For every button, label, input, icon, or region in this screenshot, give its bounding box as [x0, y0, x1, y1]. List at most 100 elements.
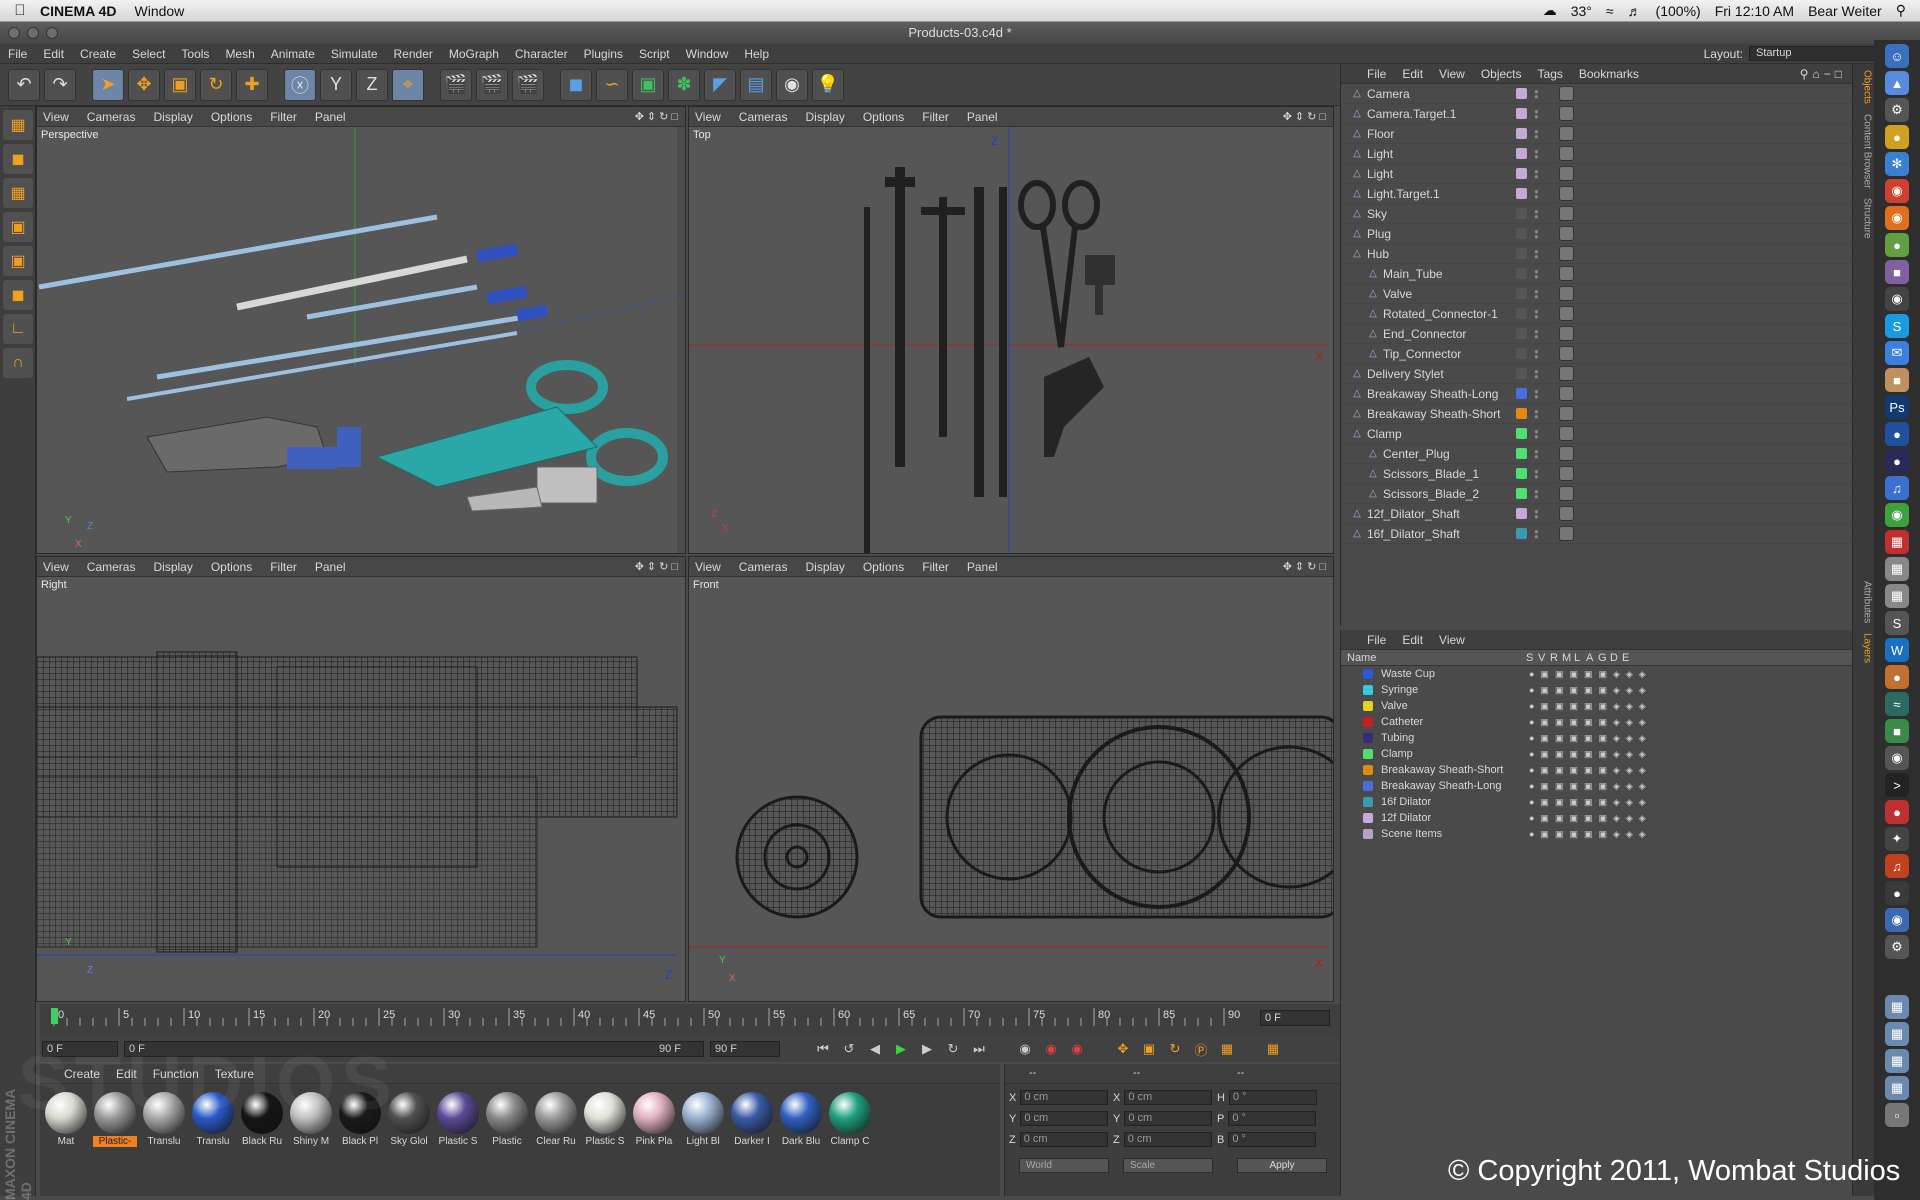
- coord-value-field[interactable]: 0 cm: [1019, 1132, 1108, 1147]
- layer-flag-icons[interactable]: ●▣▣▣▣▣◈◈◈: [1529, 717, 1652, 728]
- material-label[interactable]: Plastic S: [583, 1136, 627, 1147]
- z-axis-lock-button[interactable]: Z: [356, 68, 388, 101]
- axis-mode-button[interactable]: ∟: [3, 314, 33, 344]
- layer-flag-icons[interactable]: ●▣▣▣▣▣◈◈◈: [1529, 797, 1652, 808]
- visibility-dots[interactable]: ● ●: [1534, 367, 1540, 380]
- om-search-home-icons[interactable]: ⚲⌂−□: [1800, 67, 1846, 81]
- playhead[interactable]: [51, 1008, 58, 1024]
- app-icon-gray[interactable]: ◉: [1885, 746, 1909, 770]
- menu-window[interactable]: Window: [678, 47, 737, 61]
- viewport-nav-icons[interactable]: ✥⇕↻□: [1283, 560, 1329, 573]
- material-preview-ball[interactable]: [192, 1092, 234, 1134]
- subdivision-surface-button[interactable]: ▣: [632, 68, 664, 101]
- visibility-dots[interactable]: ● ●: [1534, 387, 1540, 400]
- material-swatch[interactable]: Clear Ru: [534, 1092, 578, 1147]
- material-label[interactable]: Clamp C: [828, 1136, 872, 1147]
- live-selection-button[interactable]: ➤: [92, 68, 124, 101]
- timeline-ruler[interactable]: 0 5 10 15 20 25 30 35 40 45 50 55 60 65 70 75 80 85 90: [50, 1006, 1250, 1026]
- material-tag[interactable]: [1559, 86, 1574, 101]
- coord-value-field[interactable]: 0 cm: [1124, 1090, 1213, 1105]
- tab-structure[interactable]: Structure: [1855, 194, 1873, 243]
- layer-flag-icons[interactable]: ●▣▣▣▣▣◈◈◈: [1529, 733, 1652, 744]
- word-icon[interactable]: W: [1885, 638, 1909, 662]
- terminal-icon[interactable]: >: [1885, 773, 1909, 797]
- light-button[interactable]: 💡: [812, 68, 844, 101]
- material-label[interactable]: Shiny M: [289, 1136, 333, 1147]
- make-editable-button[interactable]: ▦: [3, 110, 33, 140]
- layer-color-swatch[interactable]: [1516, 488, 1527, 499]
- material-label[interactable]: Clear Ru: [534, 1136, 578, 1147]
- layer-swatch[interactable]: [1363, 717, 1373, 727]
- om-menu-bookmarks[interactable]: Bookmarks: [1579, 67, 1639, 81]
- col-name[interactable]: Name: [1347, 652, 1376, 664]
- material-swatch[interactable]: Light Bl: [681, 1092, 725, 1147]
- vp-menu-filter[interactable]: Filter: [922, 110, 949, 124]
- current-frame-field[interactable]: 0 F: [42, 1041, 118, 1057]
- key-pla-icon[interactable]: ▦: [1216, 1039, 1238, 1059]
- layer-color-swatch[interactable]: [1516, 348, 1527, 359]
- app-icon-green[interactable]: ●: [1885, 233, 1909, 257]
- material-swatch[interactable]: Dark Blu: [779, 1092, 823, 1147]
- visibility-dots[interactable]: ● ●: [1534, 187, 1540, 200]
- vp-menu-panel[interactable]: Panel: [315, 110, 346, 124]
- visibility-dots[interactable]: ● ●: [1534, 527, 1540, 540]
- layer-color-swatch[interactable]: [1516, 428, 1527, 439]
- layer-row[interactable]: 16f Dilator ●▣▣▣▣▣◈◈◈: [1341, 794, 1852, 810]
- material-swatch[interactable]: Translu: [191, 1092, 235, 1147]
- system-preferences-icon[interactable]: ⚙: [1885, 98, 1909, 122]
- lm-menu-edit[interactable]: Edit: [1402, 633, 1423, 647]
- visibility-dots[interactable]: ● ●: [1534, 227, 1540, 240]
- layer-name[interactable]: Valve: [1381, 700, 1408, 712]
- col-d[interactable]: D: [1610, 652, 1618, 664]
- object-name[interactable]: △ Valve: [1367, 287, 1412, 301]
- mm-menu-edit[interactable]: Edit: [116, 1067, 137, 1081]
- coord-value-field[interactable]: 0 °: [1228, 1090, 1317, 1105]
- move-tool-button[interactable]: ✥: [128, 68, 160, 101]
- visibility-dots[interactable]: ● ●: [1534, 147, 1540, 160]
- spline-pen-button[interactable]: ∽: [596, 68, 628, 101]
- minimize-window-button[interactable]: [27, 27, 39, 39]
- material-tag[interactable]: [1559, 366, 1574, 381]
- menu-render[interactable]: Render: [386, 47, 441, 61]
- documents-folder-icon[interactable]: ▦: [1885, 1049, 1909, 1073]
- vp-menu-filter[interactable]: Filter: [270, 110, 297, 124]
- render-picture-viewer-button[interactable]: 🎬: [476, 68, 508, 101]
- layer-color-swatch[interactable]: [1516, 248, 1527, 259]
- coord-mode-world[interactable]: World: [1019, 1158, 1109, 1173]
- menu-help[interactable]: Help: [736, 47, 777, 61]
- vp-menu-cameras[interactable]: Cameras: [87, 560, 136, 574]
- snap-button[interactable]: ∩: [3, 348, 33, 378]
- material-tag[interactable]: [1559, 386, 1574, 401]
- object-name[interactable]: △ End_Connector: [1367, 327, 1466, 341]
- vp-menu-filter[interactable]: Filter: [922, 560, 949, 574]
- cinema4d-dock-icon[interactable]: ●: [1885, 881, 1909, 905]
- cube-primitive-button[interactable]: ◼: [560, 68, 592, 101]
- visibility-dots[interactable]: ● ●: [1534, 347, 1540, 360]
- bend-deformer-button[interactable]: ◤: [704, 68, 736, 101]
- mm-menu-function[interactable]: Function: [153, 1067, 199, 1081]
- object-name[interactable]: △ Light.Target.1: [1351, 187, 1440, 201]
- layer-swatch[interactable]: [1363, 829, 1373, 839]
- layer-flag-icons[interactable]: ●▣▣▣▣▣◈◈◈: [1529, 685, 1652, 696]
- vp-menu-view[interactable]: View: [43, 110, 69, 124]
- vp-menu-view[interactable]: View: [695, 110, 721, 124]
- volume-icon[interactable]: ♬: [1628, 3, 1642, 19]
- material-label[interactable]: Plastic S: [436, 1136, 480, 1147]
- goto-start-icon[interactable]: ⏮: [812, 1039, 834, 1059]
- material-swatch[interactable]: Plastic S: [583, 1092, 627, 1147]
- col-a[interactable]: A: [1586, 652, 1593, 664]
- object-name[interactable]: △ Camera: [1351, 87, 1410, 101]
- app-icon-s[interactable]: S: [1885, 611, 1909, 635]
- om-menu-file[interactable]: File: [1367, 67, 1386, 81]
- app-icon-purple[interactable]: ■: [1885, 260, 1909, 284]
- layer-row[interactable]: Breakaway Sheath-Long ●▣▣▣▣▣◈◈◈: [1341, 778, 1852, 794]
- viewport-right[interactable]: View Cameras Display Options Filter Pane…: [36, 556, 686, 1002]
- user-name[interactable]: Bear Weiter: [1808, 3, 1882, 19]
- layer-flag-icons[interactable]: ●▣▣▣▣▣◈◈◈: [1529, 749, 1652, 760]
- layer-color-swatch[interactable]: [1516, 408, 1527, 419]
- vp-menu-options[interactable]: Options: [863, 110, 904, 124]
- material-tag[interactable]: [1559, 506, 1574, 521]
- visibility-dots[interactable]: ● ●: [1534, 207, 1540, 220]
- launchpad-icon[interactable]: ▲: [1885, 71, 1909, 95]
- material-preview-ball[interactable]: [633, 1092, 675, 1134]
